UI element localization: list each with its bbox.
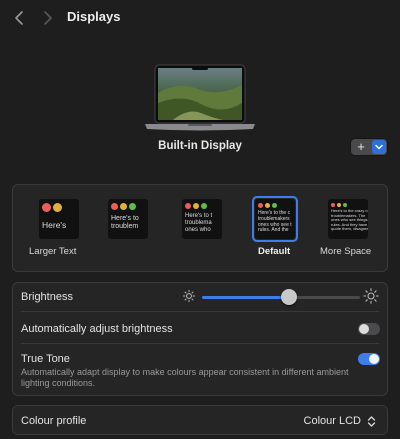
resolution-panel: Here's Larger Text Here's to troublem He…: [12, 184, 388, 272]
chevron-down-icon[interactable]: [372, 140, 386, 154]
preview-text: Here's to t troublema ones who: [185, 213, 213, 233]
back-chevron-icon[interactable]: [12, 9, 28, 27]
display-name: Built-in Display: [158, 140, 242, 152]
divider: [21, 343, 379, 344]
toolbar: Displays: [0, 0, 400, 36]
brightness-slider-fill: [202, 296, 289, 299]
sun-large-icon: [363, 288, 379, 309]
colour-profile-select[interactable]: Colour LCD: [304, 415, 361, 427]
resolution-preview: Here's: [39, 199, 79, 239]
resolution-preview: Here's to troublem: [108, 199, 148, 239]
divider: [21, 311, 379, 312]
true-tone-label: True Tone: [21, 353, 70, 365]
brightness-slider-knob[interactable]: [280, 289, 297, 305]
sun-small-icon: [182, 289, 196, 308]
preview-text: Here's to the crazy o troublemakers. The…: [331, 208, 368, 232]
display-settings-panel: Brightness Automatically adjust brightne…: [12, 282, 388, 396]
preview-text: Here's to the c troublemakers ones who s…: [258, 210, 292, 234]
add-plus-label: +: [357, 139, 365, 154]
resolution-preview: Here's to t troublema ones who: [182, 199, 222, 239]
window-title: Displays: [67, 9, 121, 24]
resolution-label: More Space: [320, 246, 372, 257]
preview-text: Here's to troublem: [111, 215, 139, 231]
brightness-label: Brightness: [21, 291, 73, 303]
laptop-display-image[interactable]: [143, 63, 257, 133]
colour-profile-label: Colour profile: [21, 415, 87, 427]
add-display-button[interactable]: +: [351, 139, 387, 155]
true-tone-toggle[interactable]: [358, 353, 380, 365]
resolution-preview: Here's to the crazy o troublemakers. The…: [328, 199, 368, 239]
forward-chevron-icon[interactable]: [39, 9, 55, 27]
brightness-slider[interactable]: [202, 289, 360, 305]
auto-brightness-toggle[interactable]: [358, 323, 380, 335]
resolution-label: Larger Text: [29, 246, 77, 257]
auto-brightness-label: Automatically adjust brightness: [21, 323, 173, 335]
colour-profile-panel: Colour profile Colour LCD: [12, 405, 388, 435]
toggle-knob: [359, 324, 369, 334]
preview-text: Here's: [42, 220, 67, 230]
resolution-preview: Here's to the c troublemakers ones who s…: [255, 199, 295, 239]
resolution-label: Default: [258, 246, 291, 257]
toggle-knob: [369, 354, 379, 364]
true-tone-description: Automatically adapt display to make colo…: [21, 367, 349, 389]
updown-chevron-icon[interactable]: [367, 415, 376, 428]
